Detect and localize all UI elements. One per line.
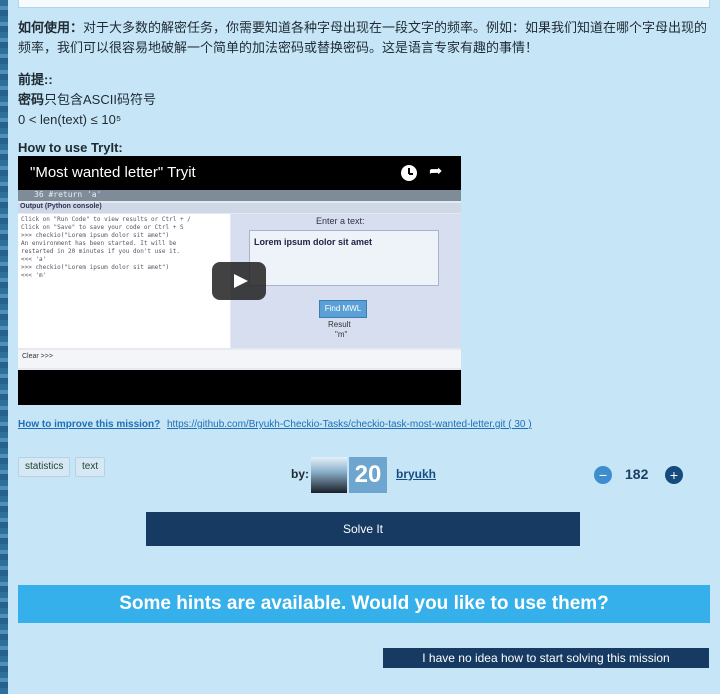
author-username-link[interactable]: bryukh [396, 467, 436, 481]
author-by-label: by: [291, 467, 309, 481]
sample-text: Lorem ipsum dolor sit amet [254, 237, 373, 247]
video-title[interactable]: "Most wanted letter" Tryit [30, 164, 196, 181]
preconditions-line2: 0 < len(text) ≤ 10⁵ [18, 112, 122, 127]
sample-textarea: Lorem ipsum dolor sit amet [249, 230, 439, 286]
left-decorative-strip [0, 0, 8, 694]
console-text: Click on "Run Code" to view results or C… [21, 216, 191, 279]
console-panel: Click on "Run Code" to view results or C… [18, 214, 230, 348]
preconditions-line1-bold: 密码 [18, 92, 45, 107]
console-header: Output (Python console) [18, 203, 461, 213]
console-header-label: Output (Python console) [20, 203, 102, 210]
console-clear-bar: Clear >>> [18, 350, 461, 368]
play-icon[interactable] [212, 262, 266, 300]
clear-label: Clear >>> [22, 353, 53, 360]
github-repo-link[interactable]: https://github.com/Bryukh-Checkio-Tasks/… [167, 419, 532, 430]
find-mwl-button: Find MWL [319, 300, 367, 318]
enter-text-label: Enter a text: [316, 216, 365, 226]
vote-down-button[interactable]: − [594, 466, 612, 484]
code-line: 36 #return 'a' [34, 190, 102, 199]
howto-title: How to use TryIt: [18, 140, 123, 155]
result-label: Result [328, 320, 351, 329]
usage-text: 对于大多数的解密任务，你需要知道各种字母出现在一段文字的频率。例如：如果我们知道… [18, 20, 708, 55]
watch-later-icon[interactable] [401, 165, 417, 181]
no-idea-button[interactable]: I have no idea how to start solving this… [383, 648, 709, 668]
preconditions-title: 前提:: [18, 72, 53, 87]
result-value: "m" [335, 330, 348, 339]
video-top-bar: "Most wanted letter" Tryit ➦ [18, 156, 461, 190]
vote-count: 182 [625, 466, 649, 482]
vote-up-button[interactable]: + [665, 466, 683, 484]
level-badge: 20 [349, 457, 387, 493]
preconditions-line1-rest: 只包含ASCII码符号 [44, 92, 156, 107]
code-editor-bar: 36 #return 'a' [18, 190, 461, 201]
preconditions: 前提:: 密码只包含ASCII码符号 0 < len(text) ≤ 10⁵ [18, 70, 156, 130]
solve-it-button[interactable]: Solve It [146, 512, 580, 546]
usage-description: 如何使用：对于大多数的解密任务，你需要知道各种字母出现在一段文字的频率。例如：如… [18, 18, 710, 58]
top-panel-edge [18, 0, 710, 8]
tag-statistics[interactable]: statistics [18, 457, 71, 477]
video-player[interactable]: "Most wanted letter" Tryit ➦ 36 #return … [18, 156, 461, 405]
avatar[interactable] [311, 457, 347, 493]
hints-available-button[interactable]: Some hints are available. Would you like… [18, 585, 710, 623]
improve-mission-link[interactable]: How to improve this mission? [18, 419, 160, 430]
tag-text[interactable]: text [75, 457, 106, 477]
share-icon[interactable]: ➦ [429, 164, 445, 180]
video-bottom-bar [18, 370, 461, 405]
usage-label: 如何使用： [18, 20, 84, 35]
